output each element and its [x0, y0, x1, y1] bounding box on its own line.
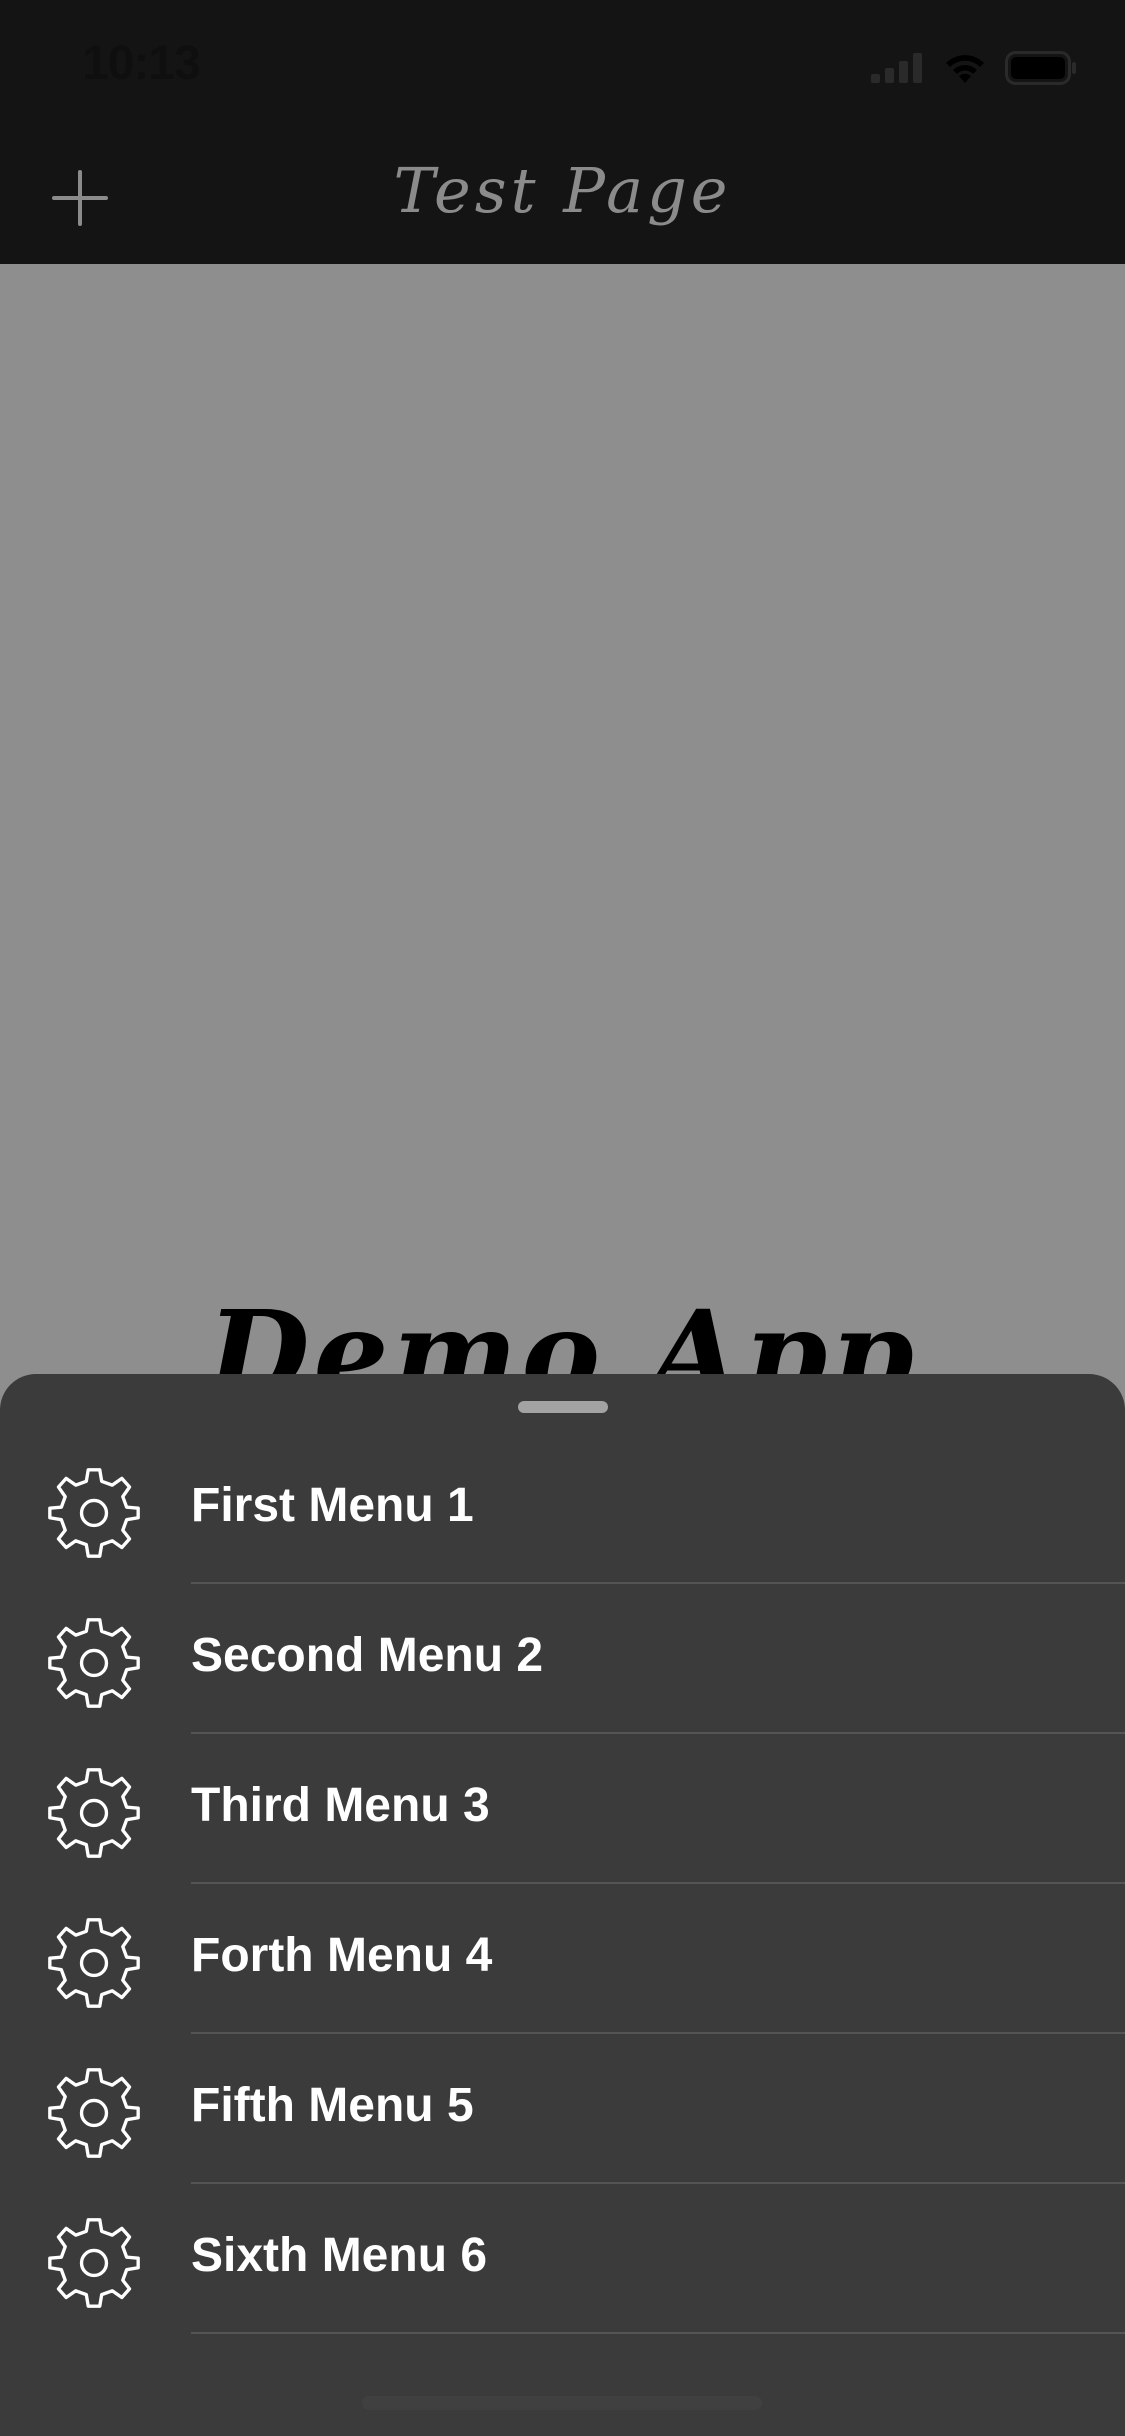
status-icons — [871, 48, 1077, 88]
menu-item-label: Forth Menu 4 — [191, 1929, 493, 1982]
menu-item-label: Fifth Menu 5 — [191, 2079, 474, 2132]
menu-item-label: Sixth Menu 6 — [191, 2229, 488, 2282]
gear-icon — [46, 2214, 142, 2310]
status-bar: 10:13 — [0, 0, 1125, 132]
gear-icon — [46, 1914, 142, 2010]
menu-item-second[interactable]: Second Menu 2 — [0, 1584, 1125, 1734]
app-screen: 10:13 Test Page Demo App First Menu 1 Se… — [0, 0, 1125, 2436]
menu-divider — [191, 2332, 1125, 2334]
menu-item-label: Third Menu 3 — [191, 1779, 490, 1832]
gear-icon — [46, 1614, 142, 1710]
gear-icon — [46, 1764, 142, 1860]
navigation-bar: Test Page — [0, 132, 1125, 264]
sheet-grabber-handle[interactable] — [518, 1401, 608, 1413]
battery-icon — [1005, 51, 1076, 85]
menu-item-fifth[interactable]: Fifth Menu 5 — [0, 2034, 1125, 2184]
menu-item-first[interactable]: First Menu 1 — [0, 1434, 1125, 1584]
page-title: Test Page — [393, 154, 732, 227]
home-indicator — [362, 2396, 762, 2410]
bottom-sheet-menu: First Menu 1 Second Menu 2 Third Menu 3 … — [0, 1374, 1125, 2436]
gear-icon — [46, 1464, 142, 1560]
status-time: 10:13 — [82, 37, 201, 90]
wifi-icon — [946, 55, 984, 83]
menu-item-third[interactable]: Third Menu 3 — [0, 1734, 1125, 1884]
menu-list: First Menu 1 Second Menu 2 Third Menu 3 … — [0, 1434, 1125, 2334]
gear-icon — [46, 2064, 142, 2160]
menu-item-sixth[interactable]: Sixth Menu 6 — [0, 2184, 1125, 2334]
menu-item-forth[interactable]: Forth Menu 4 — [0, 1884, 1125, 2034]
menu-item-label: Second Menu 2 — [191, 1629, 544, 1682]
menu-item-label: First Menu 1 — [191, 1479, 474, 1532]
cellular-signal-icon — [871, 53, 922, 83]
